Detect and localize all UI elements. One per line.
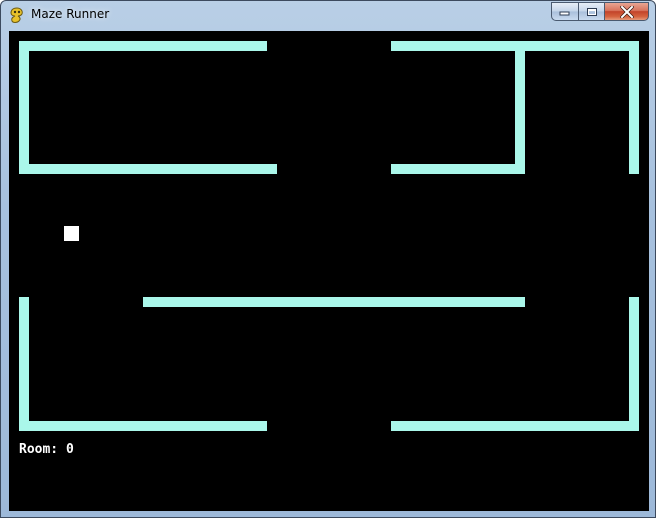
maze-wall xyxy=(19,41,29,173)
maze-wall xyxy=(143,297,525,307)
maze-wall xyxy=(515,41,525,174)
maze-wall xyxy=(19,41,267,51)
pygame-snake-icon[interactable] xyxy=(8,6,26,24)
room-counter: Room: 0 xyxy=(19,442,74,457)
maze-wall xyxy=(629,297,639,431)
maze-wall xyxy=(19,297,29,431)
window-title: Maze Runner xyxy=(31,7,110,21)
maze-wall xyxy=(391,164,525,174)
minimize-button[interactable] xyxy=(551,2,578,21)
maze-wall xyxy=(391,421,639,431)
close-button[interactable] xyxy=(604,2,649,21)
window-controls xyxy=(551,2,649,21)
minimize-icon xyxy=(559,11,570,15)
maze-wall xyxy=(19,164,277,174)
maximize-icon xyxy=(586,7,597,16)
maximize-button[interactable] xyxy=(578,2,604,21)
maze-wall xyxy=(629,41,639,174)
maze-wall xyxy=(19,421,267,431)
title-bar[interactable]: Maze Runner xyxy=(1,1,655,31)
game-canvas[interactable]: Room: 0 xyxy=(9,31,649,511)
player-square xyxy=(64,226,79,241)
app-window: Maze Runner Room: 0 xyxy=(0,0,656,518)
close-icon xyxy=(619,5,634,18)
